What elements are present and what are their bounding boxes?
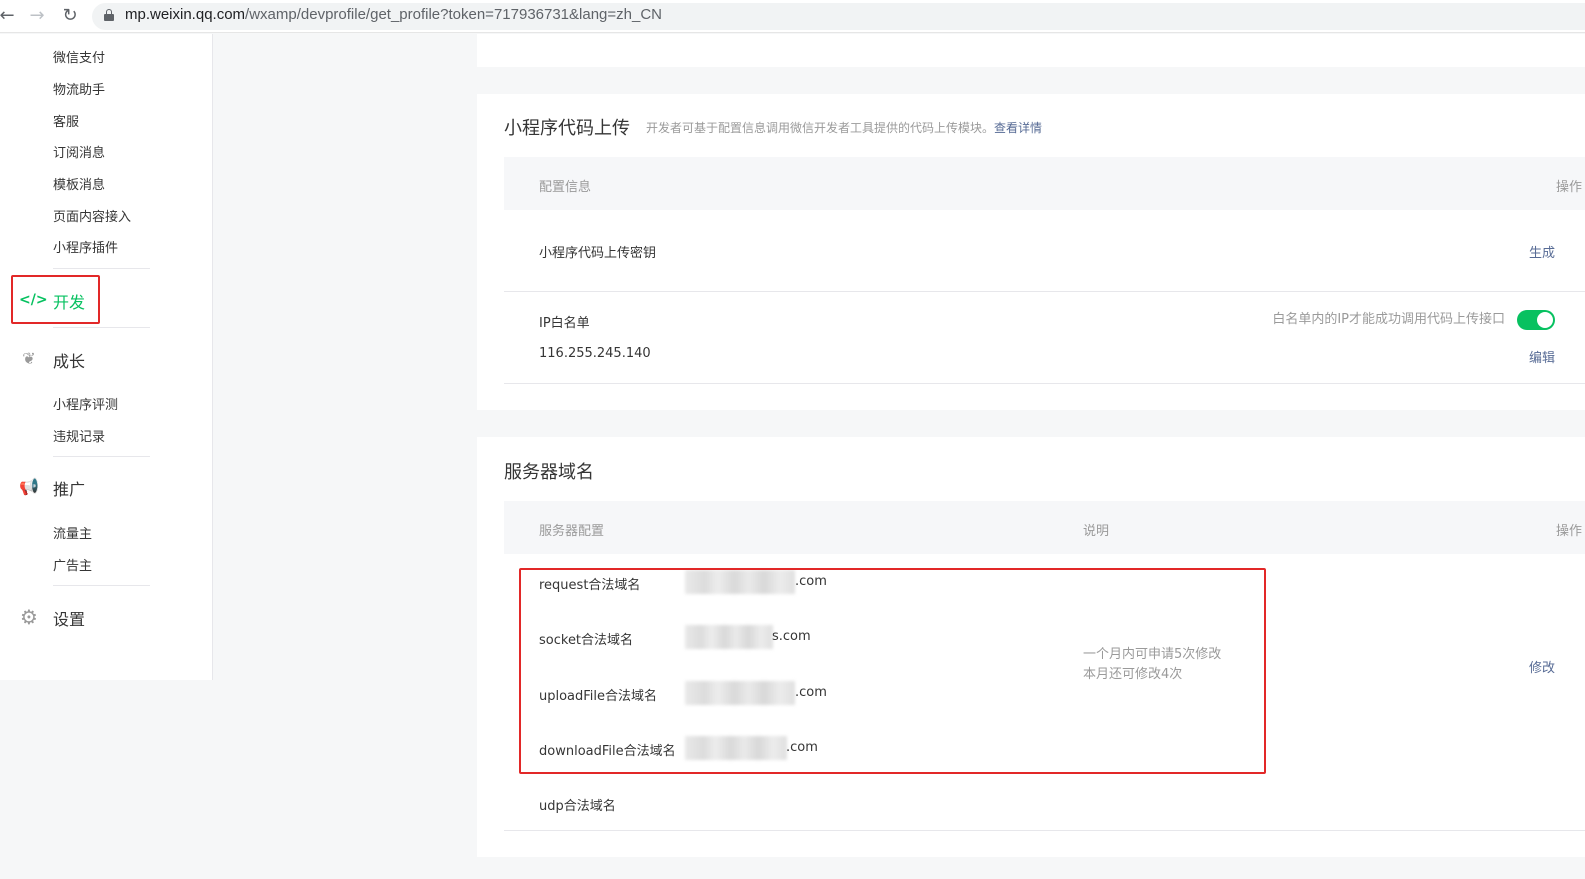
upload-key-label: 小程序代码上传密钥: [539, 246, 657, 261]
gear-icon: ⚙: [20, 605, 38, 629]
server-domain-title: 服务器域名: [504, 462, 594, 483]
row-divider: [504, 291, 1585, 292]
edit-ip-button[interactable]: 编辑: [1529, 347, 1555, 366]
domain-table-header: 服务器配置 说明 操作: [504, 501, 1585, 554]
header-action: 操作: [1555, 524, 1582, 539]
code-upload-desc: 开发者可基于配置信息调用微信开发者工具提供的代码上传模块。查看详情: [646, 121, 1043, 135]
sidebar-nav: 微信支付 物流助手 客服 订阅消息 模板消息 页面内容接入 小程序插件 </> …: [0, 34, 213, 680]
sidebar-item-logistics[interactable]: 物流助手: [53, 79, 105, 98]
sidebar-section-promotion[interactable]: 📢 推广: [0, 471, 213, 501]
sidebar-item-page-content[interactable]: 页面内容接入: [53, 206, 131, 225]
code-upload-title: 小程序代码上传: [504, 118, 630, 139]
url-text[interactable]: mp.weixin.qq.com/wxamp/devprofile/get_pr…: [125, 6, 662, 23]
modify-domain-button[interactable]: 修改: [1529, 657, 1555, 676]
highlight-box-dev: [11, 275, 100, 324]
sprout-icon: ❦: [22, 349, 36, 368]
previous-panel: [477, 34, 1585, 67]
sidebar-divider: [53, 327, 150, 328]
sidebar-item-evaluation[interactable]: 小程序评测: [53, 394, 118, 413]
generate-key-button[interactable]: 生成: [1529, 242, 1555, 261]
ip-whitelist-toggle[interactable]: [1517, 310, 1555, 330]
sidebar-item-subscribe-msg[interactable]: 订阅消息: [53, 142, 105, 161]
highlight-box-domains: [519, 568, 1266, 774]
sidebar-item-violations[interactable]: 违规记录: [53, 426, 105, 445]
sidebar-item-template-msg[interactable]: 模板消息: [53, 174, 105, 193]
sidebar-item-traffic-owner[interactable]: 流量主: [53, 523, 92, 542]
forward-arrow-icon[interactable]: →: [27, 6, 47, 26]
sidebar-section-settings[interactable]: ⚙ 设置: [0, 601, 213, 631]
sidebar-section-promotion-label: 推广: [53, 480, 86, 499]
upload-table-header: 配置信息 操作: [504, 157, 1585, 210]
reload-icon[interactable]: ↻: [60, 6, 80, 26]
sidebar-divider: [53, 456, 150, 457]
sidebar-section-settings-label: 设置: [53, 610, 86, 629]
ip-whitelist-hint: 白名单内的IP才能成功调用代码上传接口: [1272, 312, 1505, 327]
sidebar-item-customer-service[interactable]: 客服: [53, 111, 79, 130]
sidebar-section-growth[interactable]: ❦ 成长: [0, 343, 213, 373]
sidebar-section-growth-label: 成长: [53, 352, 86, 371]
row-divider: [504, 830, 1585, 831]
ip-whitelist-value: 116.255.245.140: [539, 346, 651, 361]
ip-whitelist-label: IP白名单: [539, 316, 590, 331]
sidebar-divider: [53, 585, 150, 586]
header-action: 操作: [1555, 180, 1582, 195]
udp-domain-label: udp合法域名: [539, 799, 616, 814]
sidebar-item-plugins[interactable]: 小程序插件: [53, 237, 118, 256]
sidebar-divider: [53, 268, 150, 269]
megaphone-icon: 📢: [19, 477, 39, 496]
row-divider: [504, 383, 1585, 384]
sidebar-item-wechat-pay[interactable]: 微信支付: [53, 47, 105, 66]
header-config-info: 配置信息: [539, 180, 592, 195]
header-description: 说明: [1083, 524, 1110, 539]
header-server-config: 服务器配置: [539, 524, 605, 539]
lock-icon[interactable]: [104, 9, 114, 21]
back-arrow-icon[interactable]: ←: [0, 6, 17, 26]
browser-toolbar: ← → ↻ mp.weixin.qq.com/wxamp/devprofile/…: [0, 0, 1585, 33]
sidebar-item-advertiser[interactable]: 广告主: [53, 555, 92, 574]
code-upload-panel: 小程序代码上传 开发者可基于配置信息调用微信开发者工具提供的代码上传模块。查看详…: [477, 94, 1585, 410]
view-details-link[interactable]: 查看详情: [994, 121, 1042, 135]
